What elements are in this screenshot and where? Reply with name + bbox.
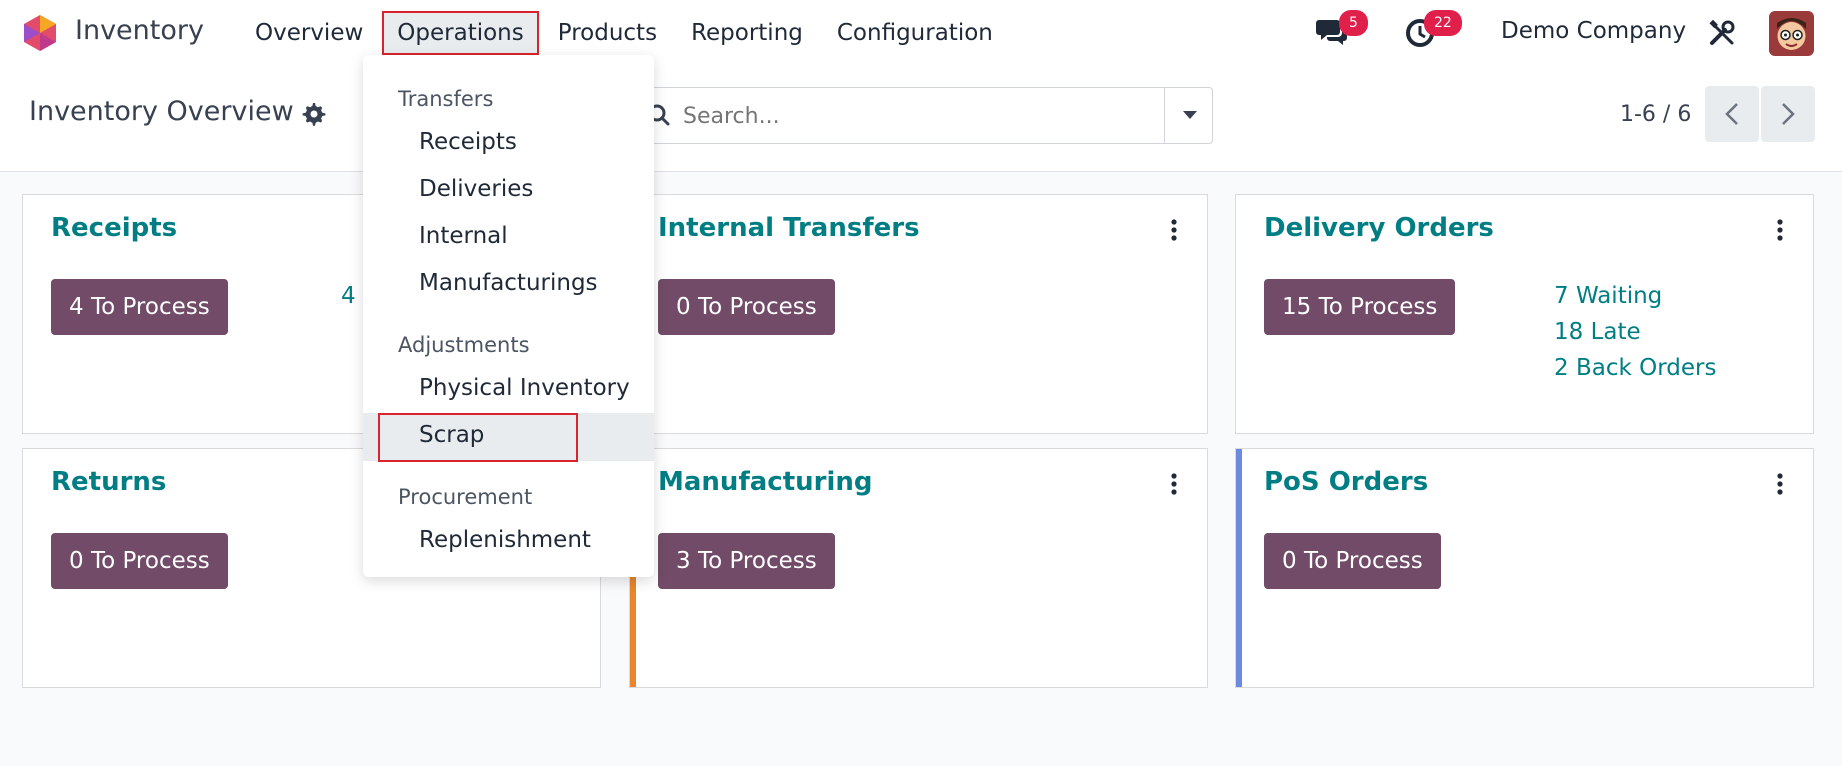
tools-icon[interactable] [1708,19,1736,47]
dropdown-header-transfers: Transfers [398,87,494,111]
to-process-button[interactable]: 0 To Process [658,279,835,335]
card-title[interactable]: PoS Orders [1264,467,1428,497]
dropdown-item-receipts[interactable]: Receipts [419,129,517,155]
pager-value[interactable]: 1-6 / 6 [1620,102,1691,127]
back-orders-link[interactable]: 2 Back Orders [1554,355,1716,381]
late-link[interactable]: 18 Late [1554,319,1641,345]
dropdown-item-manufacturings[interactable]: Manufacturings [419,270,598,296]
menu-operations[interactable]: Operations [382,11,539,55]
dropdown-item-deliveries[interactable]: Deliveries [419,176,533,202]
to-process-button[interactable]: 4 To Process [51,279,228,335]
dropdown-header-procurement: Procurement [398,485,533,509]
caret-down-icon [1183,111,1197,119]
card-delivery-orders: Delivery Orders 15 To Process 7 Waiting … [1235,194,1814,434]
company-switcher[interactable]: Demo Company [1501,18,1686,44]
card-title[interactable]: Delivery Orders [1264,213,1494,243]
app-name[interactable]: Inventory [75,15,204,46]
card-manufacturing: Manufacturing 3 To Process [629,448,1208,688]
to-process-button[interactable]: 15 To Process [1264,279,1456,335]
card-title[interactable]: Returns [51,467,166,497]
activities-badge: 22 [1424,10,1462,36]
card-title[interactable]: Manufacturing [658,467,873,497]
waiting-link[interactable]: 7 Waiting [1554,283,1662,309]
menu-configuration[interactable]: Configuration [820,11,1010,55]
pager-next-button[interactable] [1761,86,1815,142]
chevron-left-icon [1725,103,1738,125]
activities-button[interactable]: 22 [1404,10,1462,50]
control-panel: Inventory Overview 1-6 / 6 [0,66,1842,172]
messages-button[interactable]: 5 [1315,10,1368,50]
kebab-menu-icon[interactable] [1170,473,1178,495]
card-title[interactable]: Receipts [51,213,177,243]
to-process-button[interactable]: 0 To Process [51,533,228,589]
card-accent-bar [1236,449,1242,687]
pager-previous-button[interactable] [1705,86,1759,142]
user-avatar[interactable] [1769,11,1814,56]
operations-dropdown: Transfers Receipts Deliveries Internal M… [363,55,654,577]
dropdown-item-internal[interactable]: Internal [419,223,508,249]
avatar-face-icon [1769,11,1814,56]
search-box [628,87,1213,144]
gear-icon[interactable] [302,102,326,126]
search-options-toggle[interactable] [1164,87,1214,144]
card-pos-orders: PoS Orders 0 To Process [1235,448,1814,688]
dropdown-item-physical-inventory[interactable]: Physical Inventory [419,375,630,401]
to-process-button[interactable]: 0 To Process [1264,533,1441,589]
kebab-menu-icon[interactable] [1776,473,1784,495]
card-internal-transfers: Internal Transfers 0 To Process [629,194,1208,434]
inventory-logo-icon[interactable] [22,14,58,52]
dropdown-item-replenishment[interactable]: Replenishment [419,527,591,553]
menu-products[interactable]: Products [541,11,674,55]
dropdown-header-adjustments: Adjustments [398,333,530,357]
kebab-menu-icon[interactable] [1776,219,1784,241]
search-input[interactable] [683,98,1183,134]
menu-reporting[interactable]: Reporting [674,11,820,55]
menu-overview[interactable]: Overview [238,11,380,55]
kebab-menu-icon[interactable] [1170,219,1178,241]
page-title: Inventory Overview [29,96,294,127]
card-title[interactable]: Internal Transfers [658,213,920,243]
chevron-right-icon [1782,103,1795,125]
to-process-button[interactable]: 3 To Process [658,533,835,589]
top-navbar: Inventory Overview Operations Products R… [0,0,1842,66]
messages-badge: 5 [1339,10,1368,36]
scrap-focus-outline [378,413,578,462]
